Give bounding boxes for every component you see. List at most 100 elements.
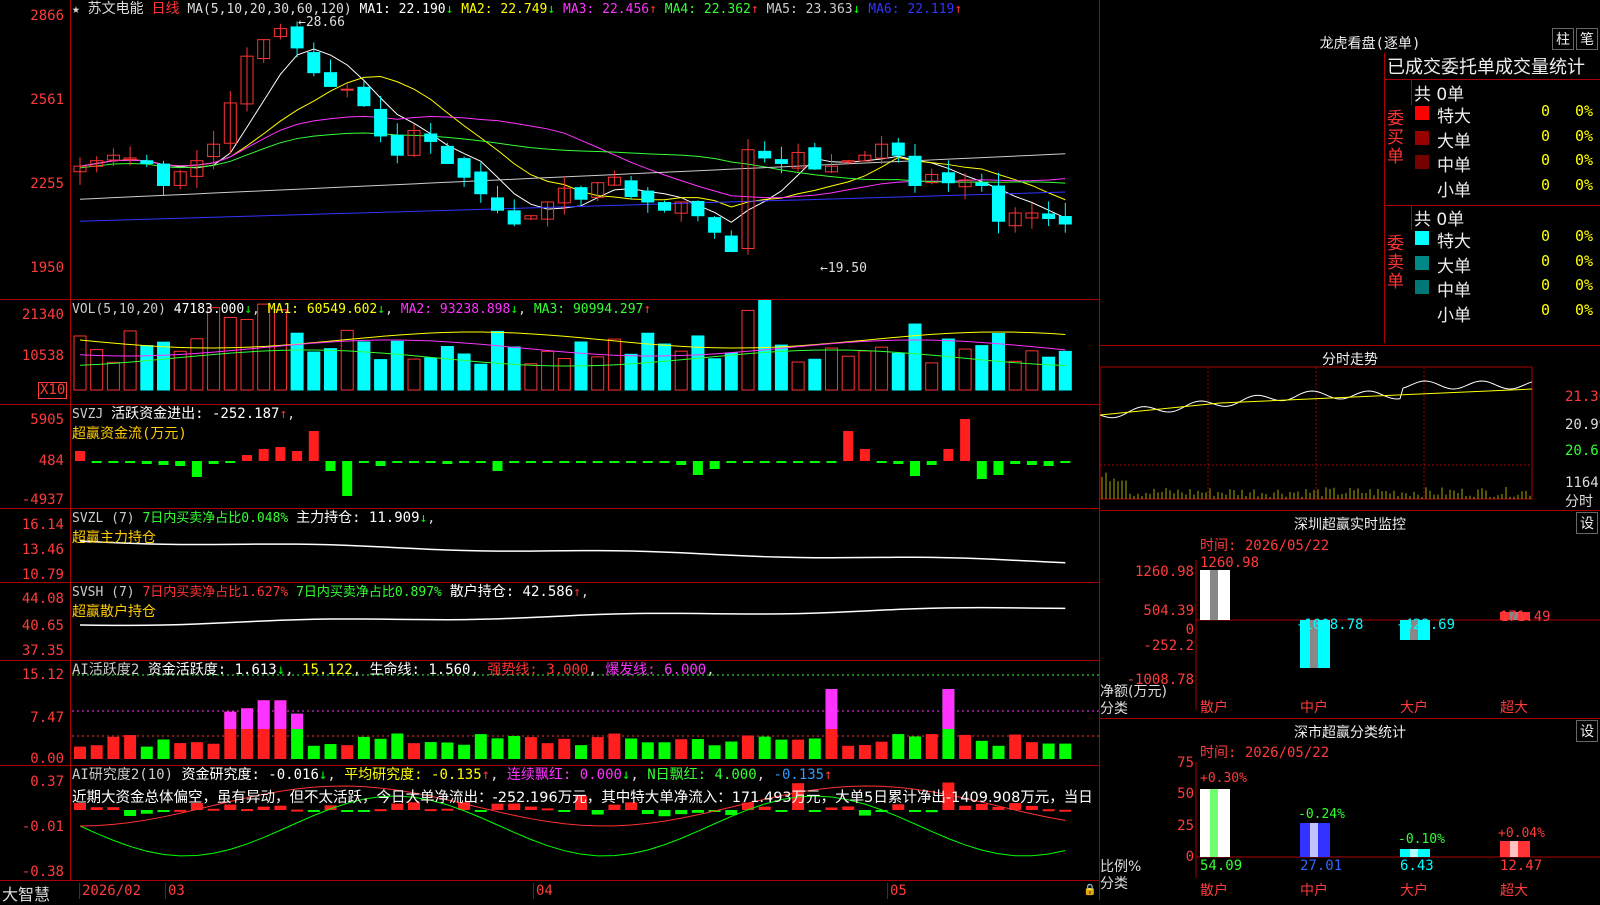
flow-bar (1060, 461, 1071, 463)
lock-icon[interactable]: 🔒 (1083, 883, 1097, 896)
flow-bar (993, 461, 1004, 475)
flow-bar (141, 461, 152, 464)
activity-bar (74, 746, 86, 759)
candle-body (1042, 213, 1056, 219)
research-bar (925, 810, 938, 813)
activity-burst-bar (241, 708, 253, 729)
activity-bar (508, 735, 521, 759)
research-chart[interactable] (0, 766, 1099, 880)
volume-bar (557, 358, 571, 391)
lhb-tab[interactable]: 已成交委托单成交量统计 (1384, 53, 1600, 80)
legend-swatch (1415, 179, 1429, 194)
candle-body (758, 150, 772, 159)
flow-bar (191, 461, 202, 477)
activity-bar (1025, 742, 1038, 759)
flow-bar (475, 461, 486, 463)
volume-bar (357, 341, 371, 391)
activity-bar (792, 739, 805, 759)
ma-legend-2: MA2: 22.749 (453, 2, 548, 17)
vol-panel[interactable]: 21340 10538 X10 VOL(5,10,20) 47183.000↓,… (0, 300, 1099, 405)
flow-bar (542, 461, 553, 463)
price-panel[interactable]: 2866 2561 2255 1950 ←28.66 ←19.50 ★ 苏文电能 … (0, 0, 1099, 300)
research-bar (241, 809, 253, 812)
activity-bar (658, 742, 671, 759)
legend-swatch (1415, 130, 1429, 145)
svzj-panel[interactable]: 5905 484 -4937 SVZJ 活跃资金进出: -252.187↑, 超… (0, 405, 1099, 509)
lhb-name: 大单 (1437, 256, 1471, 277)
star-icon[interactable]: ★ (72, 2, 80, 17)
sz-monitor-panel[interactable]: 深圳超赢实时监控 设 时间: 2026/05/22 1260.98 504.39… (1100, 510, 1600, 719)
research-bar (441, 808, 454, 811)
lhb-title: 龙虎看盘(逐单) (1319, 36, 1421, 52)
volume-bar (190, 338, 204, 391)
legend-swatch (1415, 280, 1429, 294)
candle-body (624, 180, 638, 197)
class-bar-shade (1310, 823, 1318, 857)
vol-header: VOL(5,10,20) 47183.000↓, MA1: 60549.602↓… (72, 302, 652, 317)
lhb-name: 小单 (1437, 180, 1471, 201)
activity-bar (307, 745, 320, 759)
volume-bar (858, 350, 872, 391)
research-bar (341, 810, 354, 812)
flow-bar (609, 461, 620, 463)
flow-bar (859, 449, 870, 461)
flow-bar (425, 461, 436, 463)
activity-bar (90, 745, 103, 759)
candle-body (157, 163, 170, 186)
activity-bar (491, 738, 504, 759)
intraday-chart[interactable] (1100, 345, 1600, 510)
flow-bar (525, 461, 536, 463)
flow-bar (826, 461, 837, 463)
tick-mode-button[interactable]: 笔 (1576, 28, 1598, 50)
lhb-pct: 0% (1575, 175, 1594, 194)
activity-bar (691, 739, 704, 759)
svsh-panel[interactable]: 44.08 40.65 37.35 SVSH (7) 7日内买卖净占比1.627… (0, 583, 1099, 661)
candle-body (708, 217, 722, 233)
svzl-sub: 超赢主力持仓 (72, 530, 156, 546)
activity-bar (925, 734, 938, 759)
activity-bar (591, 737, 604, 759)
lhb-val: 0 (1541, 276, 1551, 294)
volume-bar (424, 357, 438, 391)
candle-body (374, 108, 388, 137)
lhb-pct: 0% (1575, 126, 1594, 145)
flow-bar (258, 449, 269, 461)
volume-bar (658, 343, 671, 391)
period-label[interactable]: 日线 (151, 1, 179, 17)
candle-body (941, 172, 955, 184)
research-bar (1059, 809, 1072, 812)
activity-bar (608, 733, 621, 759)
activity-bar (341, 745, 354, 759)
ai-research-panel[interactable]: 0.37 -0.01 -0.38 AI研究度2(10) 资金研究度: -0.01… (0, 766, 1099, 880)
research-bar (909, 810, 921, 812)
flow-bar (292, 451, 303, 461)
activity-bar (742, 735, 754, 759)
ma-legend-4: MA4: 22.362 (656, 2, 751, 17)
volume-bar (1008, 360, 1022, 391)
flow-bar (108, 461, 119, 463)
research-bar (1042, 809, 1055, 812)
lhb-name: 特大 (1437, 107, 1471, 127)
lhb-panel[interactable]: 龙虎看盘(逐单) 柱 笔 已成交委托单成交量统计 委买单 共 0单 特大 0 0% 大… (1100, 0, 1600, 346)
sz-class-panel[interactable]: 深市超赢分类统计 设 时间: 2026/05/22 75 50 25 0 比例%… (1100, 718, 1600, 900)
volume-bar (440, 346, 454, 391)
class-bar-shade (1510, 841, 1518, 857)
svzl-panel[interactable]: 16.14 13.46 10.79 SVZL (7) 7日内买卖净占比0.048… (0, 509, 1099, 583)
monitor-bar-shade (1210, 570, 1218, 620)
flow-bar (926, 461, 937, 465)
activity-bar (808, 738, 821, 759)
candlestick-chart[interactable]: ←28.66 ←19.50 (0, 0, 1099, 300)
ai-activity-panel[interactable]: 15.12 7.47 0.00 AI活跃度2 资金活跃度: 1.613↓, 15… (0, 661, 1099, 766)
svzl-header: SVZL (7) 7日内买卖净占比0.048% 主力持仓: 11.909↓, (72, 510, 436, 527)
flow-bar (910, 461, 920, 476)
intraday-panel[interactable]: 分时走势 21.36 20.99 20.61 1164 分时 (1100, 345, 1600, 511)
volume-bar (674, 350, 688, 391)
activity-burst-bar (257, 700, 270, 729)
flow-bar (325, 461, 336, 471)
flow-bar (308, 431, 319, 461)
flow-bar (91, 461, 102, 463)
candle-body (140, 160, 154, 164)
bar-mode-button[interactable]: 柱 (1552, 28, 1574, 50)
activity-bar (408, 743, 420, 759)
activity-bar (842, 745, 855, 759)
